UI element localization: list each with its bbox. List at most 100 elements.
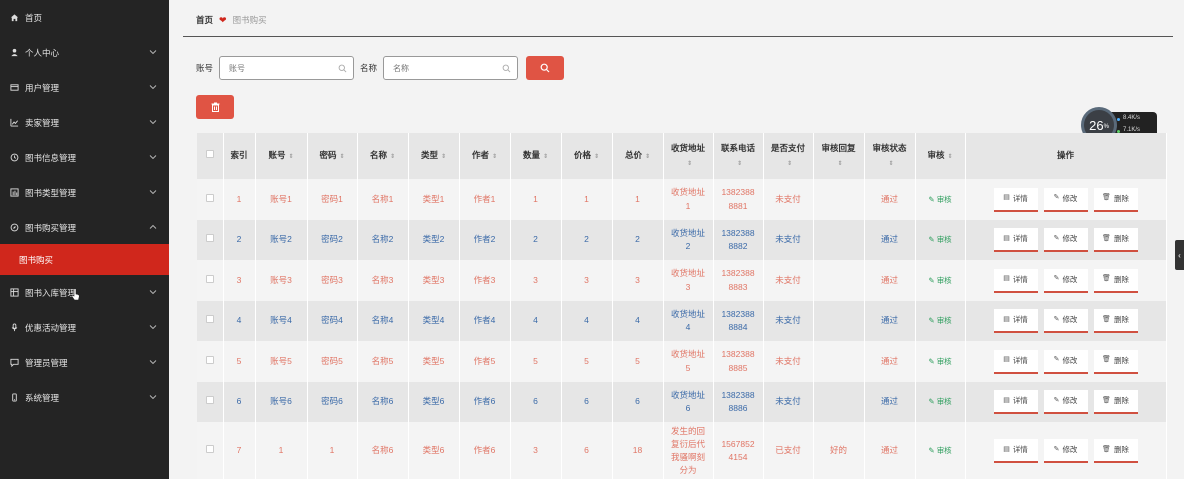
actions-cell: ▤ 详情 ✎ 修改 🗑 删除 — [965, 260, 1167, 301]
detail-button[interactable]: ▤ 详情 — [993, 349, 1038, 374]
delete-button[interactable]: 🗑 删除 — [1093, 187, 1138, 212]
column-header[interactable]: 名称 ⇕ — [357, 133, 409, 179]
edit-button[interactable]: ✎ 修改 — [1043, 228, 1088, 252]
row-checkbox[interactable] — [205, 355, 214, 364]
sidebar-item-book-info-management[interactable]: 图书信息管理 — [0, 140, 169, 175]
column-header[interactable]: 审核 ⇕ — [915, 133, 966, 179]
sidebar-item-book-type-management[interactable]: 图书类型管理 — [0, 175, 169, 210]
edit-button[interactable]: ✎ 修改 — [1043, 187, 1088, 212]
row-checkbox[interactable] — [205, 396, 214, 405]
row-checkbox[interactable] — [205, 234, 214, 243]
cell-paid: 未支付 — [763, 382, 814, 422]
sidebar-item-home[interactable]: 首页 — [0, 0, 169, 35]
select-all-header — [197, 133, 224, 179]
collapse-toggle-button[interactable]: ‹ — [1175, 240, 1184, 270]
column-header[interactable]: 类型 ⇕ — [408, 133, 460, 179]
audit-link[interactable]: ✎ 审核 — [928, 235, 951, 244]
row-select-cell — [197, 382, 224, 422]
sort-icon[interactable]: ⇕ — [339, 153, 344, 163]
column-header[interactable]: 数量 ⇕ — [510, 133, 562, 179]
delete-button[interactable]: 🗑 删除 — [1093, 439, 1138, 463]
chat-icon — [9, 358, 19, 368]
row-checkbox[interactable] — [205, 193, 214, 202]
sort-icon[interactable]: ⇕ — [390, 153, 395, 163]
sort-icon[interactable]: ⇕ — [787, 160, 792, 170]
edit-button[interactable]: ✎ 修改 — [1043, 349, 1088, 374]
audit-cell: ✎ 审核 — [915, 422, 966, 479]
row-checkbox[interactable] — [205, 445, 214, 454]
detail-button[interactable]: ▤ 详情 — [993, 309, 1038, 333]
cell-name: 名称3 — [357, 260, 409, 301]
column-header[interactable]: 价格 ⇕ — [561, 133, 613, 179]
delete-button[interactable]: 🗑 删除 — [1093, 228, 1138, 252]
column-header[interactable]: 是否支付 ⇕ — [763, 133, 814, 179]
column-header[interactable]: 作者 ⇕ — [459, 133, 511, 179]
account-search-input[interactable] — [220, 57, 331, 79]
delete-button[interactable]: 🗑 删除 — [1093, 309, 1138, 333]
row-checkbox[interactable] — [205, 315, 214, 324]
sidebar-item-user-management[interactable]: 用户管理 — [0, 70, 169, 105]
cell-reply — [813, 341, 865, 382]
audit-link[interactable]: ✎ 审核 — [928, 397, 951, 406]
audit-cell: ✎ 审核 — [915, 301, 966, 341]
delete-button[interactable]: 🗑 删除 — [1093, 268, 1138, 293]
column-header[interactable]: 联系电话 ⇕ — [713, 133, 764, 179]
sort-icon[interactable]: ⇕ — [888, 160, 893, 170]
sort-icon[interactable]: ⇕ — [492, 153, 497, 163]
detail-button[interactable]: ▤ 详情 — [993, 439, 1038, 463]
sidebar-item-book-stock-management[interactable]: 图书入库管理 — [0, 275, 169, 310]
trash-icon: 🗑 — [1102, 356, 1111, 364]
detail-button[interactable]: ▤ 详情 — [993, 187, 1038, 212]
delete-button[interactable]: 🗑 删除 — [1093, 390, 1138, 414]
breadcrumb-home[interactable]: 首页 — [196, 14, 213, 26]
column-header[interactable]: 审核状态 ⇕ — [864, 133, 916, 179]
audit-link[interactable]: ✎ 审核 — [928, 276, 951, 285]
sort-icon[interactable]: ⇕ — [837, 160, 842, 170]
sidebar-item-admin-management[interactable]: 管理员管理 — [0, 345, 169, 380]
cell-qty: 3 — [510, 422, 562, 479]
search-button[interactable] — [526, 56, 565, 80]
audit-link[interactable]: ✎ 审核 — [928, 446, 951, 455]
audit-link[interactable]: ✎ 审核 — [928, 357, 951, 366]
detail-button[interactable]: ▤ 详情 — [993, 390, 1038, 414]
trash-icon — [211, 102, 219, 112]
select-all-checkbox[interactable] — [205, 150, 214, 159]
edit-button[interactable]: ✎ 修改 — [1043, 268, 1088, 293]
sort-icon[interactable]: ⇕ — [594, 153, 599, 163]
sort-icon[interactable]: ⇕ — [441, 153, 446, 163]
column-header[interactable]: 审核回复 ⇕ — [813, 133, 865, 179]
batch-delete-button[interactable] — [196, 95, 234, 119]
sidebar-item-promotion-management[interactable]: 优惠活动管理 — [0, 310, 169, 345]
edit-button[interactable]: ✎ 修改 — [1043, 439, 1088, 463]
row-checkbox[interactable] — [205, 274, 214, 283]
row-select-cell — [197, 341, 224, 382]
edit-button[interactable]: ✎ 修改 — [1043, 309, 1088, 333]
name-search-input[interactable] — [384, 57, 495, 79]
column-header[interactable]: 收货地址 ⇕ — [663, 133, 714, 179]
delete-button-label: 删除 — [1113, 193, 1129, 203]
sort-icon[interactable]: ⇕ — [737, 160, 742, 170]
audit-link[interactable]: ✎ 审核 — [928, 316, 951, 325]
sidebar-item-seller-management[interactable]: 卖家管理 — [0, 105, 169, 140]
sort-icon[interactable]: ⇕ — [645, 153, 650, 163]
column-header[interactable]: 密码 ⇕ — [307, 133, 358, 179]
edit-button[interactable]: ✎ 修改 — [1043, 390, 1088, 414]
sort-icon[interactable]: ⇕ — [947, 153, 952, 163]
sidebar-item-system-management[interactable]: 系统管理 — [0, 380, 169, 415]
column-header[interactable]: 账号 ⇕ — [255, 133, 308, 179]
sidebar-item-book-purchase[interactable]: 图书购买 — [0, 244, 169, 275]
sort-icon[interactable]: ⇕ — [543, 153, 548, 163]
detail-button[interactable]: ▤ 详情 — [993, 268, 1038, 293]
delete-button[interactable]: 🗑 删除 — [1093, 349, 1138, 374]
audit-link[interactable]: ✎ 审核 — [928, 195, 951, 204]
cell-account: 账号4 — [255, 301, 308, 341]
sidebar-item-book-purchase-management[interactable]: 图书购买管理 — [0, 210, 169, 245]
detail-button-label: 详情 — [1012, 396, 1028, 406]
sidebar-item-personal-center[interactable]: 个人中心 — [0, 35, 169, 70]
column-header[interactable]: 总价 ⇕ — [612, 133, 664, 179]
delete-button-label: 删除 — [1113, 315, 1129, 325]
sort-icon[interactable]: ⇕ — [687, 160, 692, 170]
cell-idx: 1 — [223, 179, 256, 220]
sort-icon[interactable]: ⇕ — [288, 153, 293, 163]
detail-button[interactable]: ▤ 详情 — [993, 228, 1038, 252]
